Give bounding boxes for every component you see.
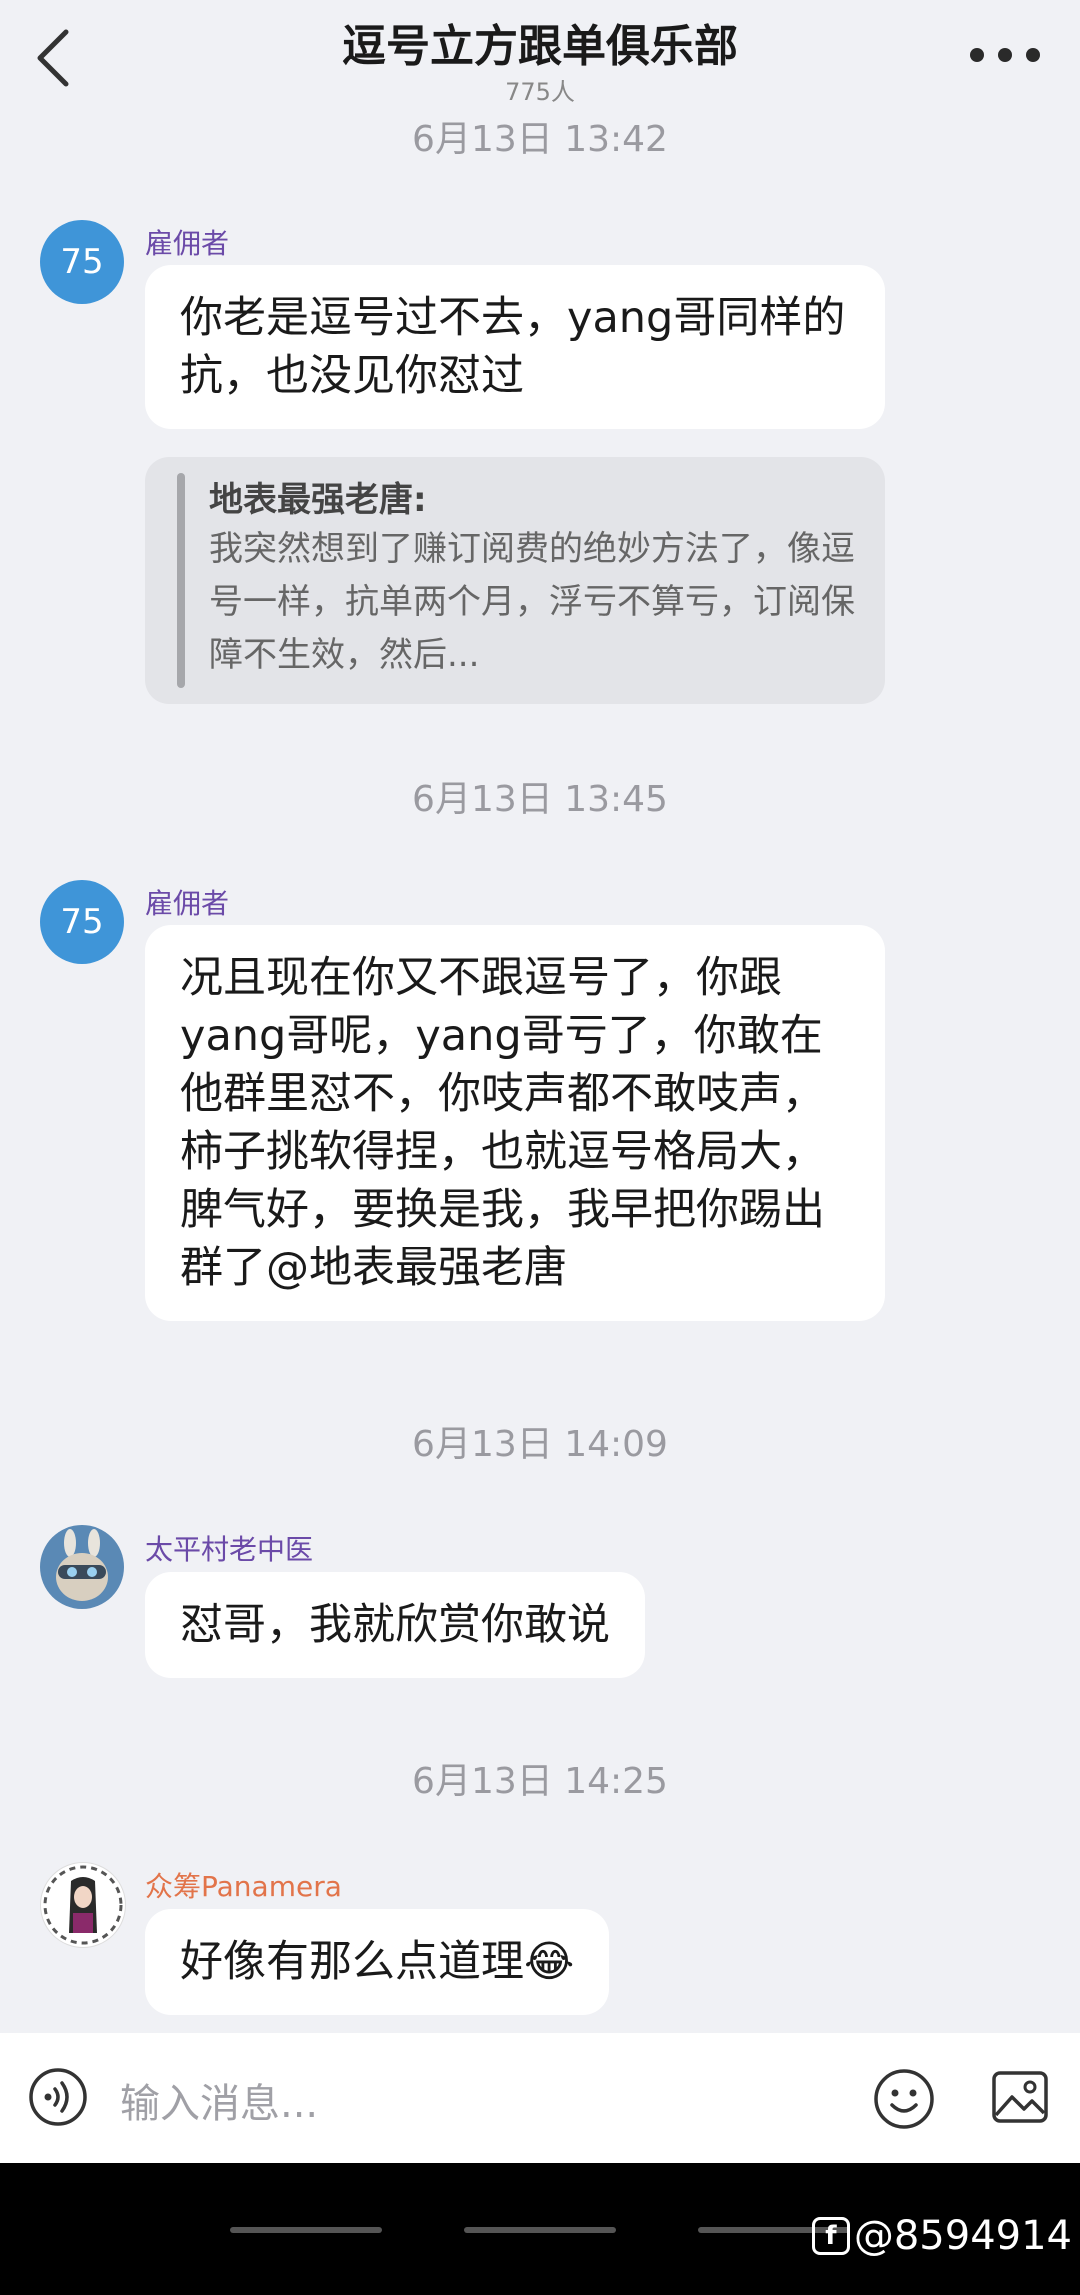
- nav-button-recents[interactable]: [230, 2227, 382, 2233]
- avatar[interactable]: 75: [40, 880, 124, 964]
- timestamp: 6月13日 13:42: [412, 119, 668, 160]
- quote-author: 地表最强老唐:: [209, 480, 427, 520]
- sender-name[interactable]: 太平村老中医: [145, 1528, 313, 1568]
- sender-name[interactable]: 雇佣者: [145, 222, 229, 262]
- avatar[interactable]: [40, 1862, 126, 1948]
- emoji-icon[interactable]: [872, 2067, 936, 2131]
- avatar[interactable]: [40, 1525, 124, 1609]
- timestamp: 6月13日 14:09: [412, 1424, 668, 1465]
- watermark: f @8594914: [811, 2213, 1072, 2259]
- system-nav-bar: f @8594914: [0, 2163, 1080, 2295]
- message-bubble[interactable]: 好像有那么点道理😂: [145, 1909, 610, 2015]
- sender-name[interactable]: 众筹Panamera: [145, 1865, 342, 1905]
- message-input[interactable]: 输入消息...: [120, 2071, 318, 2129]
- timestamp: 6月13日 13:45: [412, 779, 668, 820]
- group-title: 逗号立方跟单俱乐部: [342, 21, 738, 72]
- nav-button-home[interactable]: [464, 2227, 616, 2233]
- sender-name[interactable]: 雇佣者: [145, 882, 229, 922]
- quoted-message[interactable]: 地表最强老唐: 我突然想到了赚订阅费的绝妙方法了，像逗号一样，抗单两个月，浮亏不…: [145, 457, 885, 704]
- message-bubble[interactable]: 况且现在你又不跟逗号了，你跟yang哥呢，yang哥亏了，你敢在他群里怼不，你吱…: [145, 925, 885, 1321]
- chat-header: 逗号立方跟单俱乐部 775人: [0, 0, 1080, 120]
- watermark-logo-icon: f: [811, 2217, 850, 2255]
- quote-text: 我突然想到了赚订阅费的绝妙方法了，像逗号一样，抗单两个月，浮亏不算亏，订阅保障不…: [209, 529, 855, 675]
- message-bubble[interactable]: 你老是逗号过不去，yang哥同样的抗，也没见你怼过: [145, 265, 885, 429]
- watermark-text: @8594914: [853, 2213, 1072, 2259]
- avatar[interactable]: 75: [40, 220, 124, 304]
- member-count: 775人: [505, 78, 575, 106]
- voice-icon[interactable]: [28, 2067, 88, 2127]
- message-input-bar: 输入消息...: [0, 2033, 1080, 2163]
- quote-bar: [177, 473, 185, 688]
- image-icon[interactable]: [990, 2067, 1050, 2127]
- message-bubble[interactable]: 怼哥，我就欣赏你敢说: [145, 1572, 645, 1678]
- more-options-icon[interactable]: [970, 40, 1040, 70]
- timestamp: 6月13日 14:25: [412, 1761, 668, 1802]
